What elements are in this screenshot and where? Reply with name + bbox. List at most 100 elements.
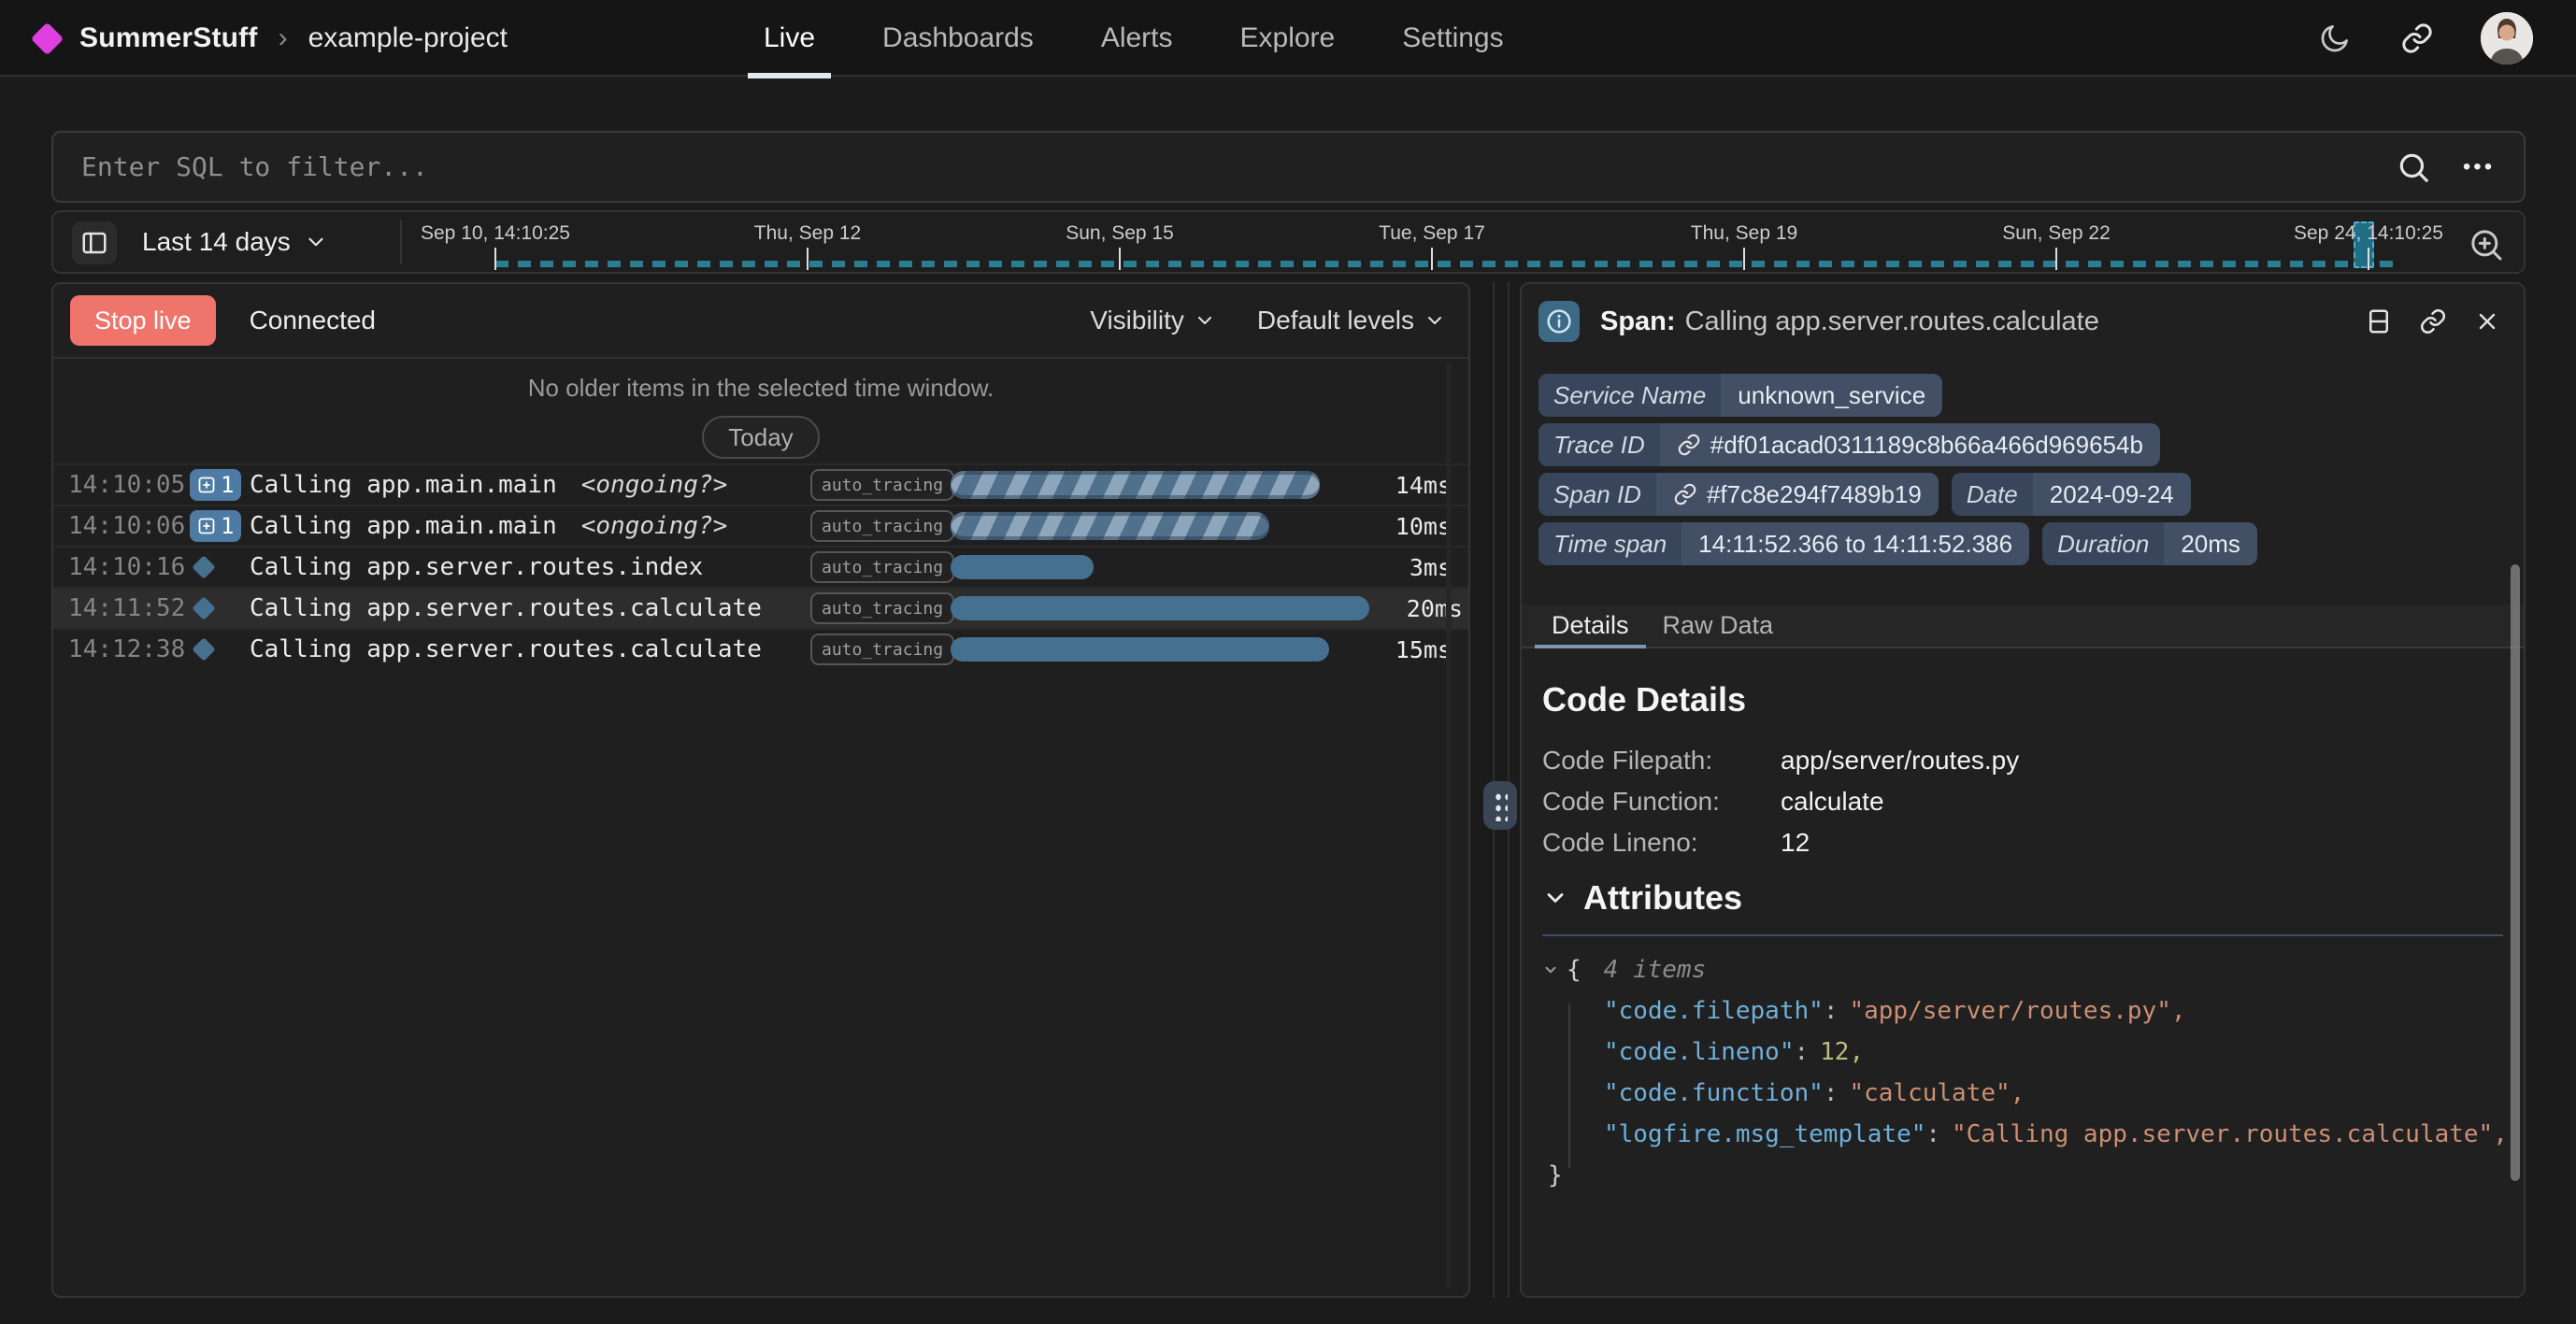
ellipsis-menu-icon[interactable]: ••• bbox=[2460, 149, 2497, 186]
ongoing-flag: <ongoing?> bbox=[581, 471, 728, 499]
service-name-badge: Service Name unknown_service bbox=[1538, 374, 1942, 417]
duration-bar bbox=[951, 555, 1094, 579]
org-name[interactable]: SummerStuff bbox=[79, 22, 258, 54]
code-function-row: Code Function: calculate bbox=[1542, 781, 2019, 822]
tab-details[interactable]: Details bbox=[1535, 605, 1646, 647]
empty-window-block: No older items in the selected time wind… bbox=[53, 359, 1468, 463]
connection-status: Connected bbox=[250, 306, 376, 335]
json-attribute-line: "code.lineno":12, bbox=[1542, 1032, 2503, 1073]
splitter-grip[interactable] bbox=[1483, 781, 1517, 830]
moon-icon[interactable] bbox=[2316, 20, 2354, 57]
duration-badge: Duration 20ms bbox=[2042, 522, 2257, 565]
tab-settings[interactable]: Settings bbox=[1386, 0, 1519, 77]
json-attribute-line: "code.filepath":"app/server/routes.py", bbox=[1542, 990, 2503, 1032]
app-root: SummerStuff › example-project Live Dashb… bbox=[0, 0, 2576, 1324]
tab-live[interactable]: Live bbox=[748, 0, 831, 77]
duration-bar bbox=[951, 596, 1369, 620]
json-root-line[interactable]: { 4 items bbox=[1542, 949, 2503, 990]
tag-badge[interactable]: auto_tracing bbox=[810, 469, 954, 501]
code-lineno-row: Code Lineno: 12 bbox=[1542, 822, 2019, 863]
link-icon bbox=[1677, 433, 1701, 457]
stop-live-button[interactable]: Stop live bbox=[70, 295, 216, 346]
expand-children-badge[interactable]: 1 bbox=[190, 469, 241, 501]
link-icon bbox=[1673, 482, 1697, 506]
span-diamond-icon bbox=[192, 596, 215, 619]
project-name[interactable]: example-project bbox=[308, 22, 508, 54]
table-row[interactable]: 14:10:05 1 Calling app.main.main<ongoing… bbox=[53, 463, 1468, 505]
chevron-down-icon bbox=[1424, 309, 1446, 332]
span-meta-badges: Service Name unknown_service Trace ID #d… bbox=[1538, 374, 2257, 565]
json-attribute-line: "logfire.msg_template":"Calling app.serv… bbox=[1542, 1114, 2503, 1155]
span-detail-header: Span:Calling app.server.routes.calculate bbox=[1522, 284, 2524, 359]
span-diamond-icon bbox=[192, 555, 215, 578]
plus-square-icon bbox=[197, 476, 216, 494]
tab-raw-data[interactable]: Raw Data bbox=[1646, 605, 1791, 647]
user-avatar[interactable] bbox=[2481, 12, 2533, 64]
collapse-caret-icon[interactable] bbox=[1542, 961, 1559, 978]
chevron-down-icon bbox=[1194, 309, 1216, 332]
filter-actions: ••• bbox=[2395, 149, 2524, 186]
nav-actions bbox=[2316, 0, 2533, 77]
plus-square-icon bbox=[197, 517, 216, 535]
attributes-heading: Attributes bbox=[1583, 878, 1742, 918]
ongoing-flag: <ongoing?> bbox=[581, 512, 728, 540]
link-icon[interactable] bbox=[2398, 20, 2436, 57]
code-filepath-row: Code Filepath: app/server/routes.py bbox=[1542, 740, 2019, 781]
table-row-selected[interactable]: 14:11:52 Calling app.server.routes.calcu… bbox=[53, 587, 1468, 628]
json-indent-guide bbox=[1568, 1004, 1570, 1168]
grip-dots-icon bbox=[1493, 790, 1508, 821]
attributes-section: Attributes { 4 items "code.filepath":"ap… bbox=[1542, 878, 2503, 1196]
tag-badge[interactable]: auto_tracing bbox=[810, 551, 954, 583]
visibility-dropdown[interactable]: Visibility bbox=[1090, 306, 1216, 335]
breadcrumb-separator: › bbox=[279, 22, 288, 54]
duration-bar bbox=[951, 512, 1269, 540]
timeline-activity-line bbox=[495, 261, 2402, 267]
close-icon[interactable] bbox=[2471, 306, 2503, 337]
time-range-bar: Last 14 days Sep 10, 14:10:25 Thu, Sep 1… bbox=[51, 210, 2526, 274]
live-panel: Stop live Connected Visibility Default l… bbox=[51, 282, 1470, 1298]
brand-logo-icon bbox=[31, 21, 64, 54]
code-details-section: Code Details Code Filepath: app/server/r… bbox=[1542, 680, 2019, 863]
chevron-down-icon bbox=[1542, 885, 1568, 911]
span-title: Span:Calling app.server.routes.calculate bbox=[1600, 306, 2099, 337]
span-id-badge[interactable]: Span ID #f7c8e294f7489b19 bbox=[1538, 473, 1939, 516]
date-badge: Date 2024-09-24 bbox=[1952, 473, 2191, 516]
tab-dashboards[interactable]: Dashboards bbox=[866, 0, 1050, 77]
time-span-badge: Time span 14:11:52.366 to 14:11:52.386 bbox=[1538, 522, 2029, 565]
expand-children-badge[interactable]: 1 bbox=[190, 510, 241, 542]
empty-window-message: No older items in the selected time wind… bbox=[53, 374, 1468, 403]
tab-alerts[interactable]: Alerts bbox=[1085, 0, 1189, 77]
duration-bar bbox=[951, 471, 1320, 499]
today-button[interactable]: Today bbox=[702, 416, 819, 459]
table-row[interactable]: 14:12:38 Calling app.server.routes.calcu… bbox=[53, 628, 1468, 669]
code-details-heading: Code Details bbox=[1542, 680, 2019, 719]
zoom-in-icon[interactable] bbox=[2466, 224, 2507, 265]
table-row[interactable]: 14:10:16 Calling app.server.routes.index… bbox=[53, 546, 1468, 587]
span-diamond-icon bbox=[192, 637, 215, 661]
scrollbar[interactable] bbox=[1446, 363, 1452, 1288]
section-divider bbox=[1542, 934, 2503, 936]
attributes-toggle[interactable]: Attributes bbox=[1542, 878, 2503, 918]
sql-filter-bar: ••• bbox=[51, 131, 2526, 203]
link-icon[interactable] bbox=[2417, 306, 2449, 337]
json-close-line: } bbox=[1542, 1155, 2503, 1196]
tab-explore[interactable]: Explore bbox=[1224, 0, 1352, 77]
sql-filter-input[interactable] bbox=[53, 133, 2395, 201]
timeline-axis[interactable]: Sep 10, 14:10:25 Thu, Sep 12 Sun, Sep 15… bbox=[53, 212, 2524, 272]
search-icon[interactable] bbox=[2395, 149, 2432, 186]
span-detail-panel: Span:Calling app.server.routes.calculate… bbox=[1520, 282, 2526, 1298]
scrollbar[interactable] bbox=[2511, 564, 2520, 1181]
tag-badge[interactable]: auto_tracing bbox=[810, 634, 954, 665]
breadcrumb: SummerStuff › example-project bbox=[36, 0, 508, 77]
split-panel-icon[interactable] bbox=[2363, 306, 2395, 337]
top-nav: SummerStuff › example-project Live Dashb… bbox=[0, 0, 2576, 77]
nav-tabs: Live Dashboards Alerts Explore Settings bbox=[748, 0, 1520, 77]
default-levels-dropdown[interactable]: Default levels bbox=[1257, 306, 1446, 335]
trace-rows: 14:10:05 1 Calling app.main.main<ongoing… bbox=[53, 463, 1468, 669]
tag-badge[interactable]: auto_tracing bbox=[810, 510, 954, 542]
trace-id-badge[interactable]: Trace ID #df01acad0311189c8b66a466d96965… bbox=[1538, 423, 2160, 466]
tag-badge[interactable]: auto_tracing bbox=[810, 592, 954, 624]
attributes-json-viewer: { 4 items "code.filepath":"app/server/ro… bbox=[1542, 949, 2503, 1196]
table-row[interactable]: 14:10:06 1 Calling app.main.main<ongoing… bbox=[53, 505, 1468, 546]
live-panel-header: Stop live Connected Visibility Default l… bbox=[53, 284, 1468, 359]
